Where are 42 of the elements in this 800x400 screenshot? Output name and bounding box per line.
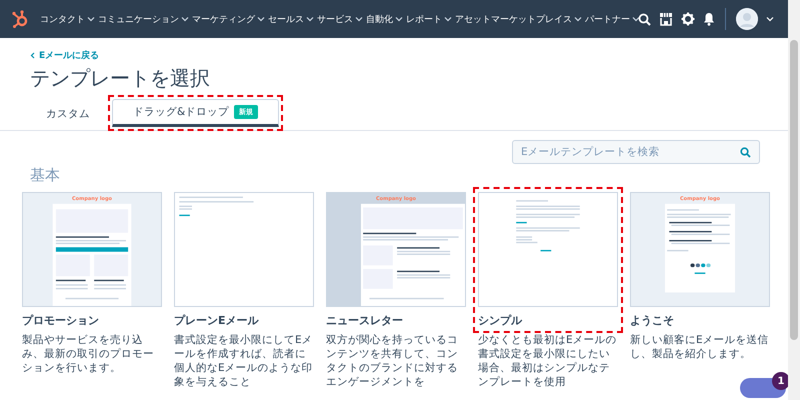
- nav-menu-item[interactable]: アセットマーケットプレイス: [455, 12, 582, 26]
- template-name[interactable]: プロモーション: [22, 313, 99, 328]
- settings-icon[interactable]: [681, 12, 695, 26]
- template-description: 新しい顧客にEメールを送信し、製品を紹介します。: [630, 333, 770, 361]
- template-description: 製品やサービスを売り込み、最新の取引のプロモーションを行います。: [22, 333, 155, 375]
- back-link[interactable]: Eメールに戻る: [30, 49, 100, 62]
- caret-icon: [87, 16, 95, 22]
- template-name[interactable]: プレーンEメール: [174, 313, 259, 328]
- template-name[interactable]: シンプル: [478, 313, 522, 328]
- template-description: 少なくとも最初はEメールの書式設定を最小限にしたい場合、最初はシンプルなテンプレートを使用: [478, 333, 618, 389]
- notification-bell-icon[interactable]: [703, 12, 715, 26]
- avatar-icon[interactable]: [736, 8, 758, 30]
- caret-icon: [444, 16, 452, 22]
- nav-menu-item[interactable]: レポート: [406, 12, 452, 26]
- search-icon[interactable]: [638, 12, 651, 26]
- page-title: テンプレートを選択: [30, 65, 210, 92]
- caret-icon: [632, 16, 640, 22]
- caret-icon: [181, 16, 189, 22]
- sprocket-logo-icon[interactable]: [10, 9, 30, 29]
- template-name[interactable]: ようこそ: [630, 313, 674, 328]
- chevron-left-icon[interactable]: [30, 52, 35, 59]
- search-field[interactable]: Eメールテンプレートを検索: [512, 140, 760, 164]
- template-description: 双方が関心を持っているコンテンツを共有して、コンタクトのブランドに対するエンゲージメントを: [326, 333, 459, 389]
- template-description: 書式設定を最小限にしてEメールを作成すれば、読者に個人的なEメールのような印象を与えること: [174, 333, 314, 389]
- nav-menu-item[interactable]: コンタクト: [40, 12, 95, 26]
- template-name[interactable]: ニュースレター: [326, 313, 403, 328]
- tab[interactable]: カスタム: [40, 102, 96, 127]
- caret-icon: [395, 16, 403, 22]
- nav-menu-item[interactable]: サービス: [317, 12, 363, 26]
- nav-menu-item[interactable]: 自動化: [366, 12, 403, 26]
- nav-menu-item[interactable]: セールス: [268, 12, 314, 26]
- nav-menu-item[interactable]: コミュニケーション: [98, 12, 189, 26]
- caret-icon: [306, 16, 314, 22]
- nav-menu-item[interactable]: マーケティング: [192, 12, 265, 26]
- section-heading: 基本: [30, 166, 60, 185]
- nav-menu-item[interactable]: パートナー: [585, 12, 640, 26]
- caret-icon: [574, 16, 582, 22]
- caret-icon: [257, 16, 265, 22]
- caret-icon: [355, 16, 363, 22]
- caret-icon[interactable]: [766, 16, 774, 22]
- storefront-icon[interactable]: [659, 12, 673, 26]
- scrollbar[interactable]: [788, 0, 800, 400]
